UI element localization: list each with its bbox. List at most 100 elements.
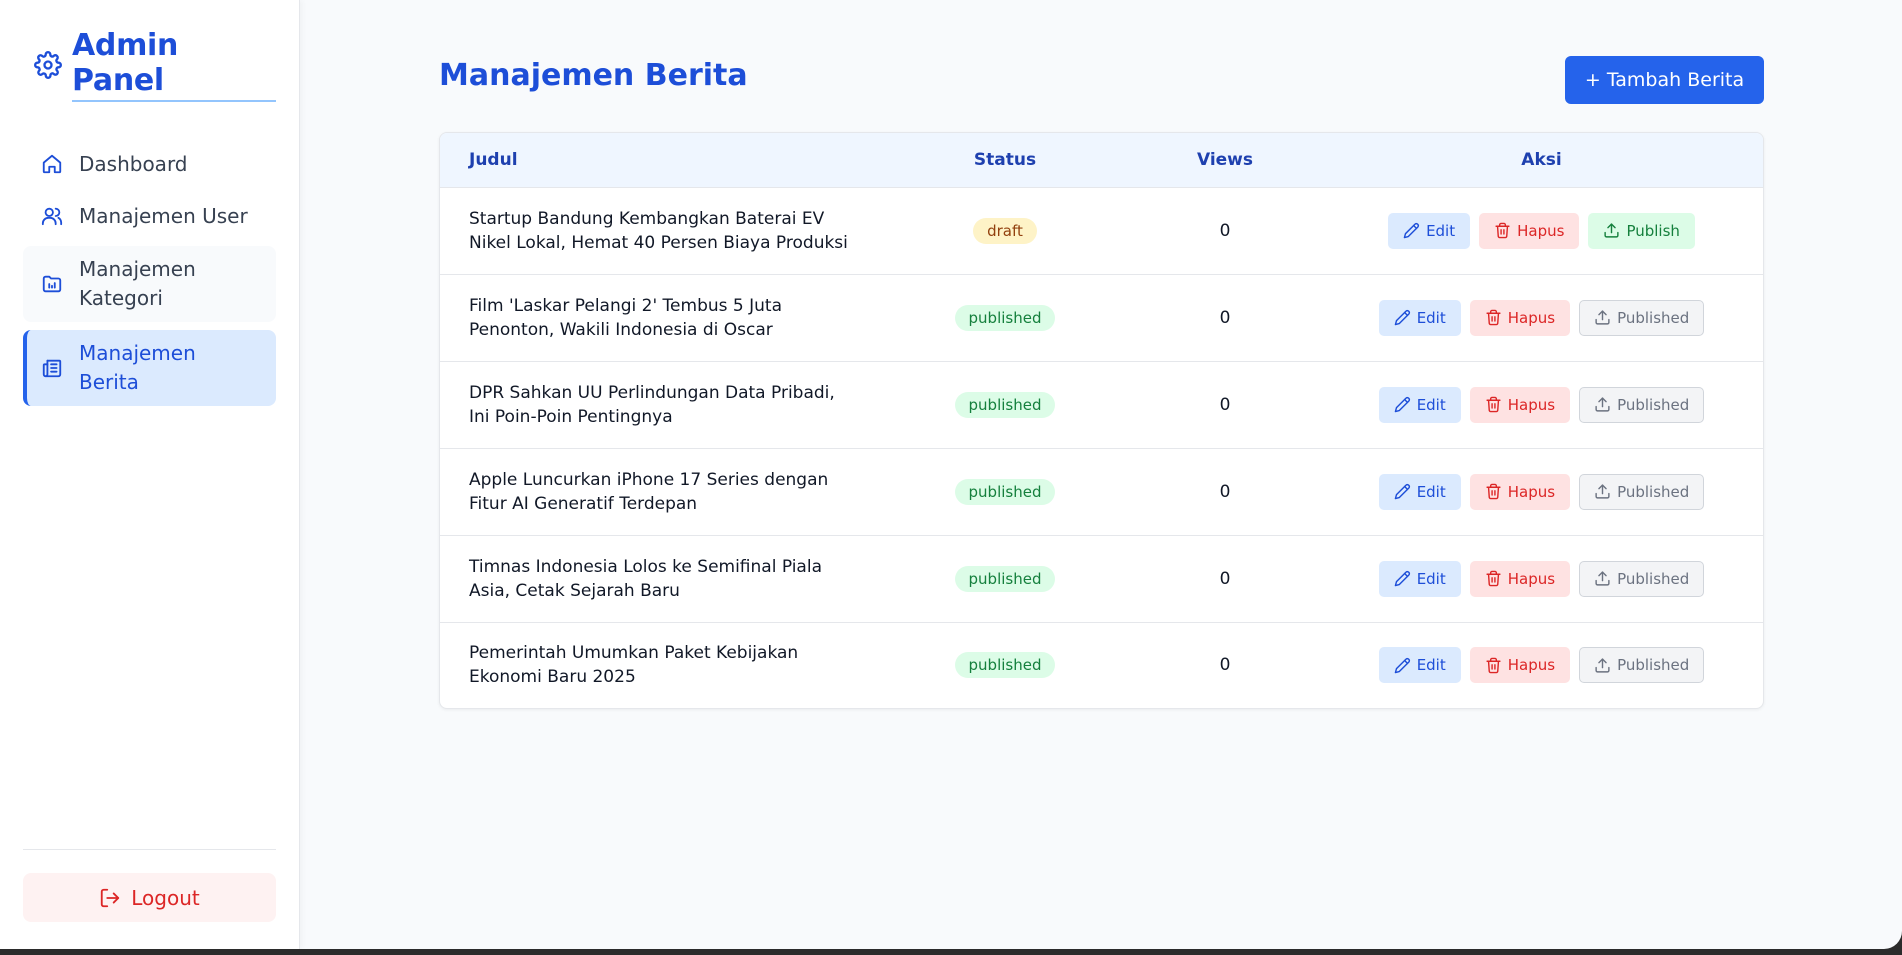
pencil-icon — [1394, 396, 1411, 413]
sidebar-item-users[interactable]: Manajemen User — [23, 194, 276, 238]
edit-label: Edit — [1416, 569, 1446, 588]
sidebar-nav: Dashboard Manajemen User Manajemen Kateg… — [23, 142, 276, 406]
row-actions: Edit Hapus Published — [1320, 647, 1763, 684]
trash-icon — [1485, 309, 1502, 326]
row-actions: Edit Hapus Published — [1320, 473, 1763, 510]
home-icon — [41, 153, 63, 175]
table-row: Timnas Indonesia Lolos ke Semifinal Pial… — [440, 535, 1763, 622]
trash-icon — [1494, 222, 1511, 239]
cell-aksi: Edit Hapus Published — [1320, 535, 1763, 622]
cell-judul: Startup Bandung Kembangkan Baterai EV Ni… — [469, 208, 848, 253]
main-content: Manajemen Berita + Tambah Berita Judul S… — [300, 0, 1902, 949]
publish-button[interactable]: Publish — [1588, 212, 1695, 249]
sidebar-item-label: Manajemen Berita — [79, 341, 196, 394]
cell-views: 0 — [1219, 481, 1231, 502]
hapus-label: Hapus — [1507, 569, 1556, 588]
row-actions: Edit Hapus Published — [1320, 386, 1763, 423]
logout-button[interactable]: Logout — [23, 873, 276, 922]
upload-icon — [1603, 222, 1620, 239]
edit-label: Edit — [1416, 308, 1446, 327]
publish-label: Published — [1617, 656, 1690, 675]
edit-button[interactable]: Edit — [1388, 212, 1471, 249]
edit-label: Edit — [1416, 395, 1446, 414]
column-header-views[interactable]: Views — [1130, 133, 1320, 188]
status-badge: draft — [973, 217, 1037, 244]
gear-icon — [34, 51, 62, 79]
table-body: Startup Bandung Kembangkan Baterai EV Ni… — [440, 187, 1763, 708]
table-header-row: Judul Status Views Aksi — [440, 133, 1763, 188]
edit-button[interactable]: Edit — [1378, 560, 1461, 597]
sidebar-item-label: Manajemen User — [79, 204, 248, 228]
sidebar-item-kategori[interactable]: Manajemen Kategori — [23, 246, 276, 322]
hapus-label: Hapus — [1507, 308, 1556, 327]
sidebar-divider — [23, 849, 276, 850]
logout-label: Logout — [131, 885, 200, 910]
table-row: Apple Luncurkan iPhone 17 Series dengan … — [440, 448, 1763, 535]
cell-aksi: Edit Hapus Published — [1320, 361, 1763, 448]
edit-label: Edit — [1426, 221, 1456, 240]
upload-icon — [1594, 657, 1611, 674]
app-window: Admin Panel Dashboard Manajemen User Man… — [0, 0, 1902, 949]
table-row: Startup Bandung Kembangkan Baterai EV Ni… — [440, 187, 1763, 274]
upload-icon — [1594, 309, 1611, 326]
category-chart-icon — [41, 273, 63, 295]
cell-status: published — [880, 448, 1130, 535]
cell-status: published — [880, 622, 1130, 708]
hapus-button[interactable]: Hapus — [1469, 473, 1571, 510]
hapus-label: Hapus — [1517, 221, 1565, 240]
cell-views: 0 — [1219, 655, 1231, 676]
cell-aksi: Edit Hapus Published — [1320, 622, 1763, 708]
users-icon — [41, 205, 63, 227]
cell-status: published — [880, 535, 1130, 622]
publish-label: Published — [1617, 308, 1690, 327]
pencil-icon — [1403, 222, 1420, 239]
edit-button[interactable]: Edit — [1378, 386, 1461, 423]
published-button[interactable]: Published — [1579, 473, 1705, 510]
cell-aksi: Edit Hapus Published — [1320, 448, 1763, 535]
sidebar: Admin Panel Dashboard Manajemen User Man… — [0, 0, 300, 949]
cell-aksi: Edit Hapus Publish — [1320, 187, 1763, 274]
sidebar-item-dashboard[interactable]: Dashboard — [23, 142, 276, 186]
newspaper-icon — [41, 357, 63, 379]
upload-icon — [1594, 570, 1611, 587]
logout-icon — [99, 887, 121, 909]
cell-views: 0 — [1219, 394, 1231, 415]
edit-label: Edit — [1416, 482, 1446, 501]
column-header-judul[interactable]: Judul — [440, 133, 880, 188]
cell-views: 0 — [1219, 220, 1231, 241]
upload-icon — [1594, 483, 1611, 500]
published-button[interactable]: Published — [1579, 647, 1705, 684]
cell-status: draft — [880, 187, 1130, 274]
status-badge: published — [954, 652, 1056, 679]
edit-button[interactable]: Edit — [1378, 299, 1461, 336]
trash-icon — [1485, 483, 1502, 500]
brand-title: Admin Panel — [72, 28, 276, 102]
cell-aksi: Edit Hapus Published — [1320, 274, 1763, 361]
hapus-label: Hapus — [1507, 482, 1556, 501]
status-badge: published — [954, 478, 1056, 505]
sidebar-item-label: Manajemen Kategori — [79, 257, 196, 310]
cell-judul: Film 'Laskar Pelangi 2' Tembus 5 Juta Pe… — [469, 295, 782, 340]
row-actions: Edit Hapus Publish — [1320, 212, 1763, 249]
hapus-label: Hapus — [1507, 656, 1556, 675]
table-row: Film 'Laskar Pelangi 2' Tembus 5 Juta Pe… — [440, 274, 1763, 361]
hapus-button[interactable]: Hapus — [1469, 647, 1571, 684]
trash-icon — [1485, 657, 1502, 674]
sidebar-item-berita[interactable]: Manajemen Berita — [23, 330, 276, 406]
publish-label: Published — [1617, 569, 1690, 588]
cell-judul: Pemerintah Umumkan Paket Kebijakan Ekono… — [469, 643, 799, 688]
edit-button[interactable]: Edit — [1378, 647, 1461, 684]
trash-icon — [1485, 570, 1502, 587]
add-berita-button[interactable]: + Tambah Berita — [1565, 56, 1764, 104]
hapus-button[interactable]: Hapus — [1469, 299, 1571, 336]
published-button[interactable]: Published — [1579, 299, 1705, 336]
column-header-status[interactable]: Status — [880, 133, 1130, 188]
status-badge: published — [954, 391, 1056, 418]
published-button[interactable]: Published — [1579, 386, 1705, 423]
published-button[interactable]: Published — [1579, 560, 1705, 597]
hapus-button[interactable]: Hapus — [1479, 212, 1580, 249]
column-header-aksi: Aksi — [1320, 133, 1763, 188]
hapus-button[interactable]: Hapus — [1469, 386, 1571, 423]
hapus-button[interactable]: Hapus — [1469, 560, 1571, 597]
edit-button[interactable]: Edit — [1378, 473, 1461, 510]
